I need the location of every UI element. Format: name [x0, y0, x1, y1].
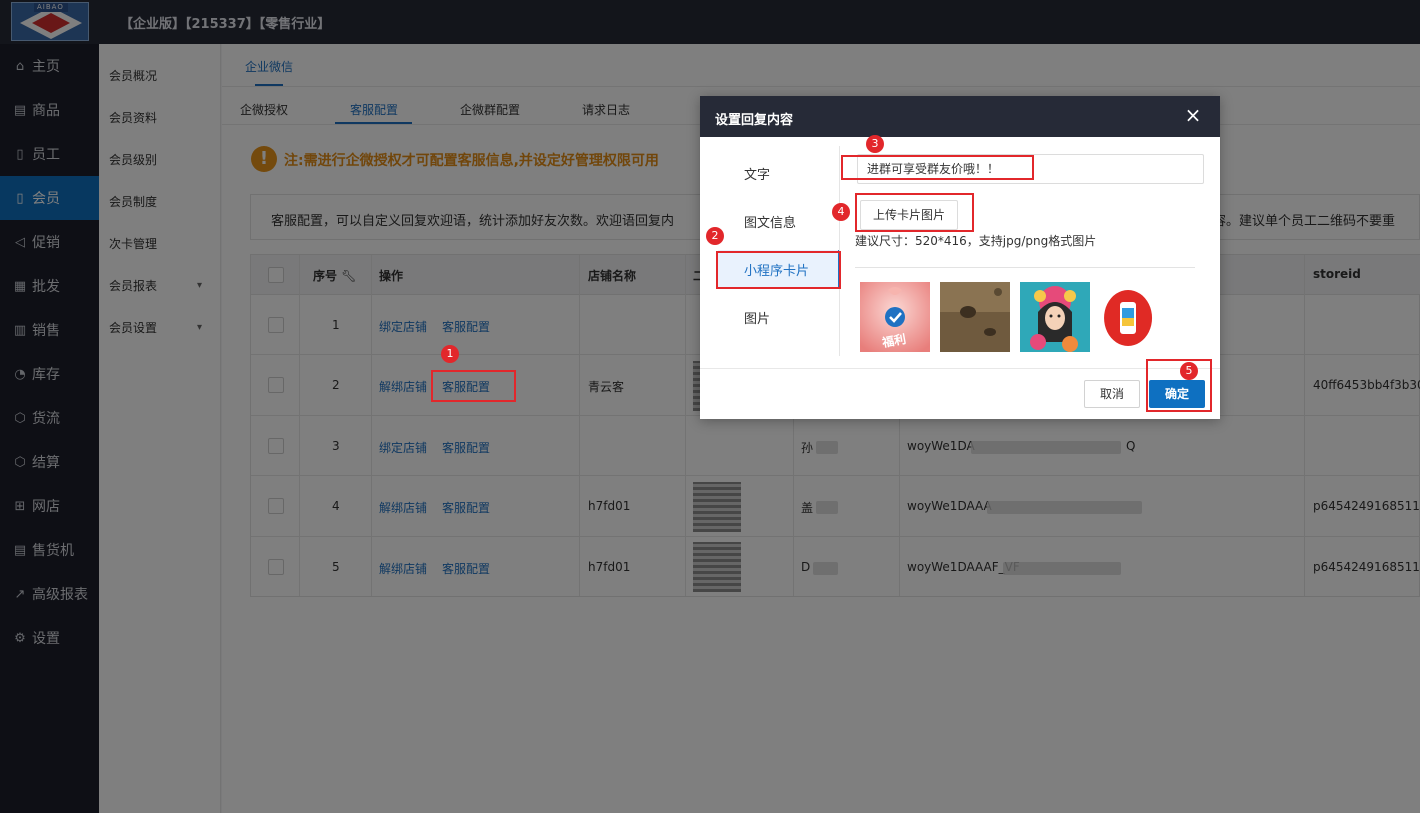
- cancel-button[interactable]: 取消: [1084, 380, 1140, 408]
- annotation-box-5: [1146, 359, 1212, 412]
- close-icon[interactable]: ×: [1182, 104, 1204, 126]
- annotation-badge-5: 5: [1180, 362, 1198, 380]
- divider: [855, 267, 1195, 268]
- annotation-badge-4: 4: [832, 203, 850, 221]
- dialog-header: 设置回复内容 ×: [700, 96, 1220, 137]
- thumb-illustration[interactable]: [1020, 282, 1090, 352]
- thumb-logo[interactable]: [1098, 282, 1168, 352]
- annotation-badge-2: 2: [706, 227, 724, 245]
- tab-image[interactable]: 图片: [718, 298, 840, 336]
- size-hint: 建议尺寸：520*416，支持jpg/png格式图片: [855, 234, 1097, 248]
- tab-text[interactable]: 文字: [718, 154, 840, 192]
- annotation-box-1: [431, 370, 516, 402]
- annotation-box-3: [841, 155, 1034, 180]
- annotation-box-2: [716, 251, 841, 289]
- thumb-photo[interactable]: [940, 282, 1010, 352]
- dialog-title: 设置回复内容: [715, 113, 794, 128]
- annotation-badge-1: 1: [441, 345, 459, 363]
- annotation-box-4: [855, 193, 974, 232]
- annotation-badge-3: 3: [866, 135, 884, 153]
- divider: [700, 368, 1220, 369]
- tab-article[interactable]: 图文信息: [718, 202, 840, 240]
- thumb-welfare[interactable]: 福利: [860, 282, 930, 352]
